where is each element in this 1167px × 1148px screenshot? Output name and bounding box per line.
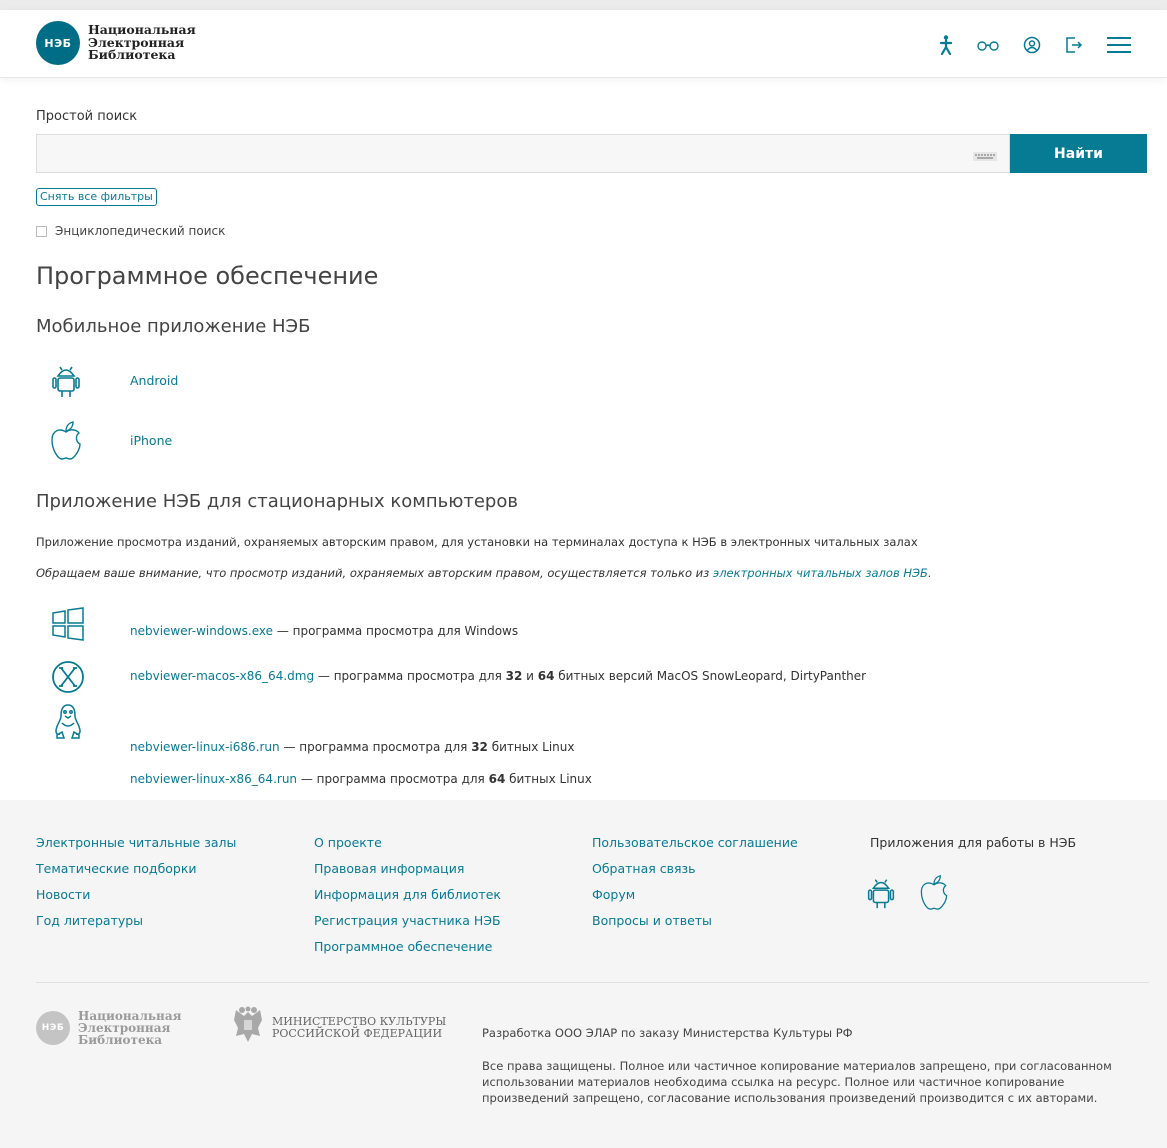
macos-icon	[50, 659, 86, 698]
android-icon[interactable]	[862, 873, 900, 914]
keyboard-icon[interactable]	[973, 150, 997, 164]
footer-link[interactable]: Правовая информация	[314, 856, 501, 882]
copyright-text: Все права защищены. Полное или частичное…	[482, 1059, 1112, 1105]
footer-column-1: Электронные читальные залы Тематические …	[36, 830, 236, 934]
mobile-heading: Мобильное приложение НЭБ	[36, 316, 311, 337]
desktop-description: Приложение просмотра изданий, охраняемых…	[36, 535, 918, 549]
glasses-icon[interactable]	[977, 39, 999, 51]
reset-filters-button[interactable]: Снять все фильтры	[36, 188, 157, 206]
android-icon	[36, 360, 96, 400]
footer-logo-badge: НЭБ	[36, 1011, 70, 1045]
search-box	[36, 134, 1010, 173]
apple-icon	[36, 418, 96, 462]
menu-icon[interactable]	[1107, 37, 1131, 53]
footer-logo[interactable]: НЭБ Национальная Электронная Библиотека	[36, 1010, 181, 1046]
windows-download-link[interactable]: nebviewer-windows.exe	[130, 624, 273, 638]
footer-apps-title: Приложения для работы в НЭБ	[870, 835, 1077, 850]
ministry-logo[interactable]: МИНИСТЕРСТВО КУЛЬТУРЫ РОССИЙСКОЙ ФЕДЕРАЦ…	[230, 1006, 446, 1049]
encyclopedic-checkbox[interactable]	[36, 225, 47, 237]
search-input[interactable]	[37, 135, 1009, 172]
user-icon[interactable]	[1023, 36, 1041, 54]
site-logo[interactable]: НЭБ Национальная Электронная Библиотека	[36, 21, 196, 65]
footer-link[interactable]: О проекте	[314, 830, 501, 856]
iphone-link[interactable]: iPhone	[130, 433, 172, 448]
site-footer: Электронные читальные залы Тематические …	[0, 800, 1167, 1148]
encyclopedic-label: Энциклопедический поиск	[55, 224, 226, 238]
linux-i686-download-link[interactable]: nebviewer-linux-i686.run	[130, 740, 280, 754]
logo-text: Национальная Электронная Библиотека	[88, 22, 196, 63]
top-strip	[0, 0, 1167, 10]
developer-credit: Разработка ООО ЭЛАР по заказу Министерст…	[482, 1026, 853, 1040]
footer-link[interactable]: Пользовательское соглашение	[592, 830, 798, 856]
logout-icon[interactable]	[1065, 36, 1083, 54]
footer-apps	[862, 872, 968, 915]
mobile-app-iphone: iPhone	[36, 418, 172, 462]
search-button[interactable]: Найти	[1010, 134, 1147, 173]
download-windows: nebviewer-windows.exe — программа просмо…	[130, 624, 519, 638]
footer-logo-text: Национальная Электронная Библиотека	[78, 1009, 182, 1047]
footer-link[interactable]: Обратная связь	[592, 856, 798, 882]
footer-link[interactable]: Программное обеспечение	[314, 934, 501, 960]
windows-icon	[50, 607, 86, 644]
footer-link[interactable]: Вопросы и ответы	[592, 908, 798, 934]
search-label: Простой поиск	[36, 109, 138, 124]
footer-link[interactable]: Новости	[36, 882, 236, 908]
linux-x86-64-download-link[interactable]: nebviewer-linux-x86_64.run	[130, 772, 297, 786]
header-toolbar	[915, 35, 1131, 55]
macos-download-link[interactable]: nebviewer-macos-x86_64.dmg	[130, 669, 314, 683]
footer-link[interactable]: Форум	[592, 882, 798, 908]
apple-icon[interactable]	[916, 872, 952, 915]
android-link[interactable]: Android	[130, 373, 178, 388]
linux-icon	[50, 703, 86, 744]
desktop-heading: Приложение НЭБ для стационарных компьюте…	[36, 491, 518, 512]
site-header: НЭБ Национальная Электронная Библиотека	[0, 10, 1167, 78]
copyright-notice: Обращаем ваше внимание, что просмотр изд…	[36, 566, 932, 580]
footer-link[interactable]: Тематические подборки	[36, 856, 236, 882]
footer-link[interactable]: Регистрация участника НЭБ	[314, 908, 501, 934]
footer-column-2: О проекте Правовая информация Информация…	[314, 830, 501, 960]
mobile-app-android: Android	[36, 360, 178, 400]
ministry-text: МИНИСТЕРСТВО КУЛЬТУРЫ РОССИЙСКОЙ ФЕДЕРАЦ…	[272, 1014, 447, 1040]
accessibility-icon[interactable]	[939, 35, 953, 55]
encyclopedic-search-option[interactable]: Энциклопедический поиск	[36, 224, 225, 238]
footer-link[interactable]: Год литературы	[36, 908, 236, 934]
footer-column-apps: Приложения для работы в НЭБ	[870, 830, 1076, 856]
reading-rooms-link[interactable]: электронных читальных залов НЭБ	[713, 566, 928, 580]
download-linux-i686: nebviewer-linux-i686.run — программа про…	[130, 740, 575, 754]
logo-badge: НЭБ	[36, 21, 80, 65]
download-linux-x86-64: nebviewer-linux-x86_64.run — программа п…	[130, 772, 592, 786]
download-macos: nebviewer-macos-x86_64.dmg — программа п…	[130, 669, 867, 683]
page-title: Программное обеспечение	[36, 262, 379, 290]
footer-link[interactable]: Электронные читальные залы	[36, 830, 236, 856]
footer-link[interactable]: Информация для библиотек	[314, 882, 501, 908]
coat-of-arms-icon	[230, 1006, 266, 1049]
footer-divider	[36, 982, 1149, 983]
footer-column-3: Пользовательское соглашение Обратная свя…	[592, 830, 798, 934]
